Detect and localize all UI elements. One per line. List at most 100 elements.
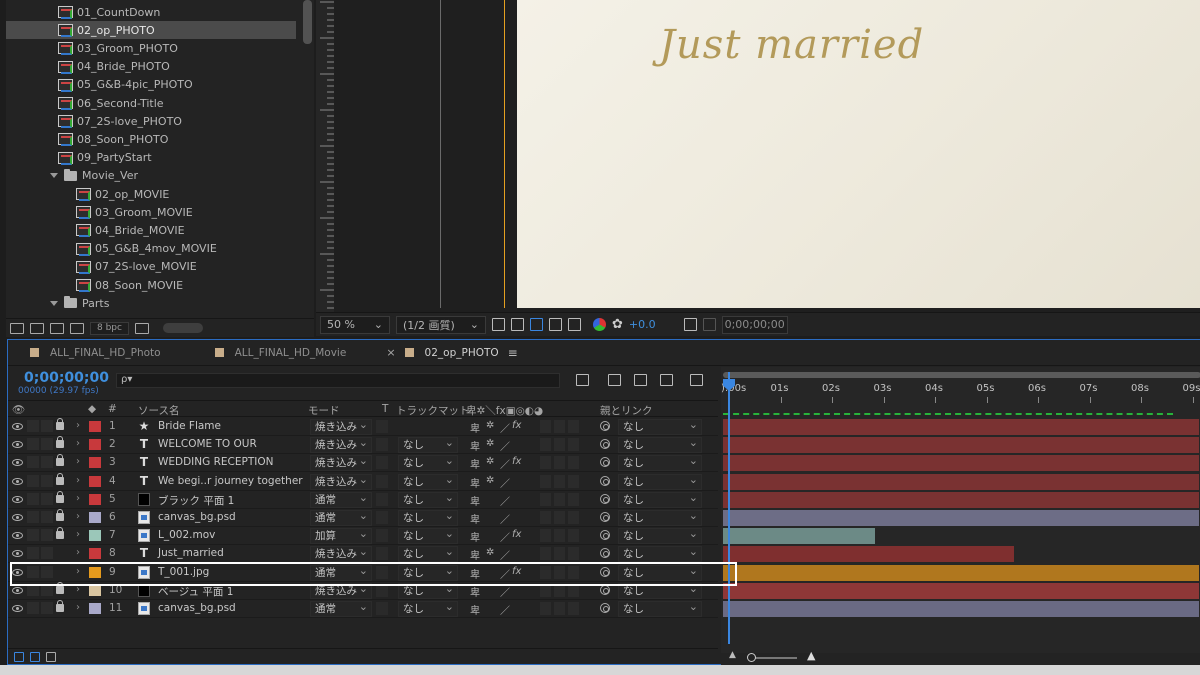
color-management-icon[interactable]: ✿: [612, 317, 623, 332]
collapse-switch-icon[interactable]: ✲: [486, 420, 494, 431]
motion-blur-switch[interactable]: [540, 438, 551, 452]
shy-switch-icon[interactable]: 卑: [470, 438, 480, 453]
fx-switch-icon[interactable]: fx: [512, 566, 521, 577]
snapshot-camera-icon[interactable]: [683, 318, 697, 331]
quality-switch-icon[interactable]: ／: [500, 529, 510, 544]
layer-name[interactable]: canvas_bg.psd: [158, 602, 236, 614]
project-item[interactable]: 02_op_MOVIE: [6, 185, 296, 203]
audio-toggle[interactable]: [27, 474, 39, 487]
chevron-right-icon[interactable]: ›: [76, 511, 80, 522]
blend-mode-dropdown[interactable]: 焼き込み: [310, 473, 372, 490]
parent-dropdown[interactable]: なし: [618, 527, 702, 545]
track-matte-dropdown[interactable]: なし: [398, 527, 458, 545]
chevron-right-icon[interactable]: ›: [76, 475, 80, 486]
motion-blur-switch[interactable]: [540, 492, 551, 506]
new-comp-icon[interactable]: [50, 322, 64, 334]
adjustment-layer-switch[interactable]: [554, 438, 565, 452]
label-color-swatch[interactable]: [89, 584, 101, 596]
project-thumbnail-slider[interactable]: [162, 323, 203, 333]
collapse-switch-icon[interactable]: ✲: [486, 475, 494, 486]
layer-name[interactable]: T_001.jpg: [158, 566, 209, 578]
pick-whip-icon[interactable]: [600, 421, 610, 431]
preserve-transparency-toggle[interactable]: [376, 492, 388, 506]
lock-icon[interactable]: [56, 436, 64, 449]
lock-icon[interactable]: [56, 472, 64, 485]
layer-row[interactable]: ›11canvas_bg.psd通常なし卑／なし: [8, 600, 718, 618]
adjustment-layer-switch[interactable]: [554, 529, 565, 543]
label-color-swatch[interactable]: [89, 530, 101, 542]
layer-duration-bar[interactable]: [723, 564, 1199, 581]
guides-grid-icon[interactable]: [568, 318, 581, 331]
3d-layer-switch[interactable]: [568, 474, 579, 488]
solo-toggle[interactable]: [41, 511, 53, 523]
solo-toggle[interactable]: [41, 529, 53, 542]
zoom-in-icon[interactable]: ▲: [807, 649, 815, 662]
pick-whip-icon[interactable]: [600, 457, 610, 468]
frame-blending-icon[interactable]: [660, 374, 673, 386]
fx-switch-icon[interactable]: fx: [512, 529, 521, 540]
motion-blur-switch[interactable]: [540, 474, 551, 488]
pick-whip-icon[interactable]: [600, 566, 610, 577]
draft-3d-icon[interactable]: [608, 374, 621, 386]
region-of-interest-icon[interactable]: [549, 318, 562, 331]
audio-toggle[interactable]: [27, 420, 39, 432]
layer-duration-bar[interactable]: [723, 510, 1199, 526]
pick-whip-icon[interactable]: [600, 548, 610, 559]
blend-mode-dropdown[interactable]: 焼き込み: [310, 418, 372, 435]
audio-toggle[interactable]: [27, 602, 39, 614]
chevron-right-icon[interactable]: ›: [76, 420, 80, 431]
layer-row[interactable]: ›10ベージュ 平面 1焼き込みなし卑／なし: [8, 581, 718, 600]
current-time-indicator[interactable]: [728, 372, 730, 644]
3d-layer-switch[interactable]: [568, 456, 579, 470]
eye-icon[interactable]: [12, 441, 23, 449]
audio-toggle[interactable]: [27, 547, 39, 560]
eye-icon[interactable]: [12, 586, 23, 594]
solo-toggle[interactable]: [41, 420, 53, 432]
adjustment-layer-switch[interactable]: [554, 420, 565, 433]
parent-dropdown[interactable]: なし: [618, 545, 702, 563]
pick-whip-icon[interactable]: [600, 603, 610, 613]
layer-name[interactable]: L_002.mov: [158, 529, 215, 541]
3d-layer-switch[interactable]: [568, 492, 579, 506]
label-color-swatch[interactable]: [89, 475, 101, 487]
layer-duration-bar[interactable]: [723, 491, 1199, 508]
track-matte-dropdown[interactable]: なし: [398, 491, 458, 508]
blend-mode-dropdown[interactable]: 焼き込み: [310, 582, 372, 599]
quality-switch-icon[interactable]: ／: [500, 547, 510, 562]
disclosure-triangle-icon[interactable]: [50, 173, 58, 179]
layer-search-input[interactable]: ρ▾: [116, 373, 560, 388]
trash-icon[interactable]: [134, 322, 149, 334]
shy-switch-icon[interactable]: 卑: [470, 602, 480, 617]
pick-whip-icon[interactable]: [600, 475, 610, 486]
layer-row[interactable]: › 1 ★ Bride Flame 焼き込み 卑 ✲ ／fx なし: [8, 418, 718, 436]
label-color-swatch[interactable]: [89, 548, 101, 560]
tab-all-final-hd-movie[interactable]: ALL_FINAL_HD_Movie: [214, 347, 346, 359]
label-color-swatch[interactable]: [89, 493, 101, 505]
layer-row[interactable]: ›5ブラック 平面 1通常なし卑／なし: [8, 490, 718, 509]
shy-switch-icon[interactable]: 卑: [470, 475, 480, 490]
layer-row[interactable]: ›4TWe begi..r journey together焼き込みなし卑✲／な…: [8, 472, 718, 491]
eye-icon[interactable]: [12, 605, 23, 612]
shy-switch-icon[interactable]: 卑: [470, 547, 480, 562]
chevron-right-icon[interactable]: ›: [76, 493, 80, 504]
project-item[interactable]: 06_Second-Title: [6, 94, 296, 112]
eye-icon[interactable]: [12, 477, 23, 485]
audio-toggle[interactable]: [27, 492, 39, 505]
collapse-switch-icon[interactable]: ✲: [486, 547, 494, 558]
audio-toggle[interactable]: [27, 529, 39, 542]
lock-icon[interactable]: [56, 527, 64, 540]
lock-icon[interactable]: [56, 454, 64, 467]
track-matte-dropdown[interactable]: なし: [398, 436, 458, 454]
motion-blur-switch[interactable]: [540, 602, 551, 615]
adjustment-layer-switch[interactable]: [554, 547, 565, 561]
preserve-transparency-toggle[interactable]: [376, 420, 388, 433]
layer-row[interactable]: ›8TJust_married焼き込みなし卑✲／なし: [8, 545, 718, 564]
track-matte-dropdown[interactable]: なし: [398, 582, 458, 599]
layer-duration-bar[interactable]: [723, 437, 1199, 454]
project-item[interactable]: 02_op_PHOTO: [6, 21, 296, 40]
eye-icon[interactable]: [12, 550, 23, 558]
layer-name[interactable]: Bride Flame: [158, 420, 221, 432]
panel-menu-icon[interactable]: ≡: [508, 346, 518, 360]
preserve-transparency-toggle[interactable]: [376, 529, 388, 543]
parent-dropdown[interactable]: なし: [618, 436, 702, 454]
